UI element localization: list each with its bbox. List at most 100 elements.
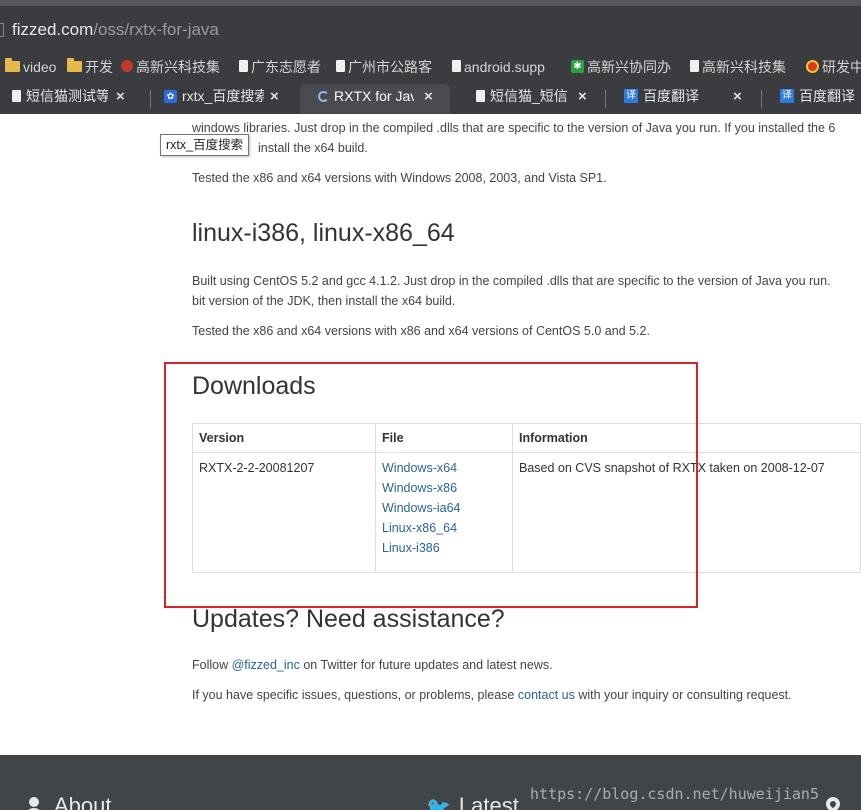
contact-us-link[interactable]: contact us bbox=[518, 688, 575, 702]
tab-title: 百度翻译 bbox=[799, 88, 855, 105]
tab-rxtx-search[interactable]: ✿ rxtx_百度搜索 × bbox=[152, 84, 300, 114]
page-icon bbox=[452, 60, 461, 73]
bookmark-label: 高新兴科技集 bbox=[702, 59, 786, 75]
follow-suffix: on Twitter for future updates and latest… bbox=[299, 658, 553, 672]
tab-rxtx-for-java[interactable]: RXTX for Java × bbox=[300, 84, 450, 114]
issues-prefix: If you have specific issues, questions, … bbox=[192, 688, 518, 702]
address-bar[interactable]: fizzed.com/oss/rxtx-for-java bbox=[0, 14, 861, 46]
page-icon bbox=[476, 90, 485, 103]
tab-title: rxtx_百度搜索 bbox=[182, 88, 264, 105]
bookmark-gosuncn-1[interactable]: 高新兴科技集 bbox=[121, 58, 220, 76]
footer-about[interactable]: About bbox=[24, 793, 112, 810]
red-circle-icon bbox=[121, 60, 133, 73]
tab-title: 短信猫测试等 bbox=[26, 88, 108, 105]
page-icon bbox=[239, 60, 248, 73]
windows-intro-line1: windows libraries. Just drop in the comp… bbox=[192, 121, 836, 135]
bookmark-bus[interactable]: 广州市公路客 bbox=[336, 58, 432, 76]
tab-close-icon[interactable]: × bbox=[424, 84, 433, 110]
loading-icon bbox=[318, 90, 329, 102]
location-pin-icon bbox=[823, 794, 843, 810]
column-header-file: File bbox=[375, 423, 513, 453]
web-page: rxtx_百度搜索 windows libraries. Just drop i… bbox=[0, 114, 861, 810]
tab-close-icon[interactable]: × bbox=[578, 84, 587, 110]
bookmark-label: android.supp bbox=[464, 59, 545, 75]
bookmark-rd[interactable]: 研发中 bbox=[806, 58, 861, 76]
windows-intro-line2: install the x64 build. bbox=[258, 141, 368, 155]
tab-title: 百度翻译 bbox=[643, 88, 699, 105]
follow-prefix: Follow bbox=[192, 658, 232, 672]
tab-separator bbox=[150, 90, 151, 108]
page-icon bbox=[12, 90, 21, 103]
download-link-windows-x64[interactable]: Windows-x64 bbox=[382, 458, 506, 478]
address-url[interactable]: fizzed.com/oss/rxtx-for-java bbox=[12, 20, 219, 40]
tab-title: RXTX for Java bbox=[334, 88, 414, 105]
emblem-icon bbox=[806, 59, 819, 73]
site-footer: About 🐦 Latest https://blog.csdn.net/huwe… bbox=[0, 755, 861, 810]
tab-baidu-translate-1[interactable]: 译百度翻译 × bbox=[612, 84, 757, 114]
bookmark-label: 高新兴科技集 bbox=[136, 59, 220, 75]
follow-text: Follow @fizzed_inc on Twitter for future… bbox=[192, 655, 553, 675]
tab-close-icon[interactable]: × bbox=[270, 84, 279, 110]
bookmark-gosuncn-2[interactable]: 高新兴科技集 bbox=[690, 58, 786, 76]
page-info-icon[interactable] bbox=[0, 23, 4, 37]
column-header-information: Information bbox=[512, 423, 861, 453]
file-cell: Windows-x64 Windows-x86 Windows-ia64 Lin… bbox=[375, 452, 513, 573]
baidu-paw-icon: ✿ bbox=[164, 89, 177, 103]
bookmark-label: 广州市公路客 bbox=[348, 59, 432, 75]
footer-latest-label: Latest bbox=[458, 793, 519, 810]
tab-close-icon[interactable]: × bbox=[116, 84, 125, 110]
bookmark-label: 高新兴协同办 bbox=[587, 59, 671, 75]
tab-sms-cat[interactable]: 短信猫_短信 × bbox=[462, 84, 602, 114]
version-cell: RXTX-2-2-20081207 bbox=[192, 452, 376, 573]
download-link-linux-x86-64[interactable]: Linux-x86_64 bbox=[382, 518, 506, 538]
translate-icon: 译 bbox=[780, 89, 794, 104]
bookmark-label: 开发 bbox=[85, 59, 113, 75]
download-link-windows-ia64[interactable]: Windows-ia64 bbox=[382, 498, 506, 518]
bookmark-label: 研发中 bbox=[822, 59, 861, 75]
linux-build-line1: Built using CentOS 5.2 and gcc 4.1.2. Ju… bbox=[192, 274, 831, 288]
bookmark-dev[interactable]: 开发 bbox=[67, 57, 113, 76]
downloads-heading: Downloads bbox=[192, 372, 316, 400]
twitter-bird-icon: 🐦 bbox=[426, 796, 451, 810]
folder-icon bbox=[67, 57, 82, 72]
tab-sms-test[interactable]: 短信猫测试等 × bbox=[0, 84, 150, 114]
bookmark-label: video bbox=[23, 59, 57, 75]
address-host: fizzed.com bbox=[12, 20, 94, 39]
address-path: /oss/rxtx-for-java bbox=[93, 20, 219, 39]
green-square-icon: ✱ bbox=[571, 59, 584, 73]
footer-about-label: About bbox=[54, 793, 112, 810]
updates-heading: Updates? Need assistance? bbox=[192, 605, 505, 633]
bookmark-android[interactable]: android.supp bbox=[452, 58, 545, 76]
folder-icon bbox=[5, 57, 20, 72]
page-icon bbox=[690, 60, 699, 73]
issues-suffix: with your inquiry or consulting request. bbox=[574, 688, 792, 702]
table-row: RXTX-2-2-20081207 Windows-x64 Windows-x8… bbox=[192, 452, 861, 573]
tab-strip: 短信猫测试等 × ✿ rxtx_百度搜索 × RXTX for Java × 短信… bbox=[0, 84, 861, 114]
tab-tooltip: rxtx_百度搜索 bbox=[160, 134, 250, 156]
tab-separator bbox=[761, 90, 762, 108]
issues-text: If you have specific issues, questions, … bbox=[192, 685, 792, 705]
bookmarks-bar: video 开发 高新兴科技集 广东志愿者 广州市公路客 android.sup… bbox=[0, 54, 861, 80]
user-icon bbox=[24, 797, 44, 810]
tab-baidu-translate-2[interactable]: 译百度翻译 bbox=[768, 84, 861, 114]
bookmark-oa[interactable]: ✱ 高新兴协同办 bbox=[571, 58, 671, 76]
linux-build-line2: bit version of the JDK, then install the… bbox=[192, 294, 456, 308]
window-top-strip bbox=[0, 0, 861, 6]
information-cell: Based on CVS snapshot of RXTX taken on 2… bbox=[512, 452, 861, 573]
bookmark-video[interactable]: video bbox=[5, 57, 57, 76]
footer-latest[interactable]: 🐦 Latest bbox=[426, 793, 519, 810]
tab-close-icon[interactable]: × bbox=[733, 84, 742, 110]
twitter-link[interactable]: @fizzed_inc bbox=[232, 658, 300, 672]
translate-icon: 译 bbox=[624, 89, 638, 104]
download-link-linux-i386[interactable]: Linux-i386 bbox=[382, 538, 506, 558]
linux-heading: linux-i386, linux-x86_64 bbox=[192, 219, 455, 247]
download-link-windows-x86[interactable]: Windows-x86 bbox=[382, 478, 506, 498]
tab-title: 短信猫_短信 bbox=[490, 88, 568, 105]
bookmark-volunteer[interactable]: 广东志愿者 bbox=[239, 58, 321, 76]
page-icon bbox=[336, 60, 345, 73]
csdn-watermark: https://blog.csdn.net/huweijian5 bbox=[530, 785, 819, 803]
tab-separator bbox=[605, 90, 606, 108]
downloads-table: Version File Information RXTX-2-2-200812… bbox=[192, 423, 861, 573]
linux-tested-text: Tested the x86 and x64 versions with x86… bbox=[192, 324, 650, 338]
column-header-version: Version bbox=[192, 423, 376, 453]
